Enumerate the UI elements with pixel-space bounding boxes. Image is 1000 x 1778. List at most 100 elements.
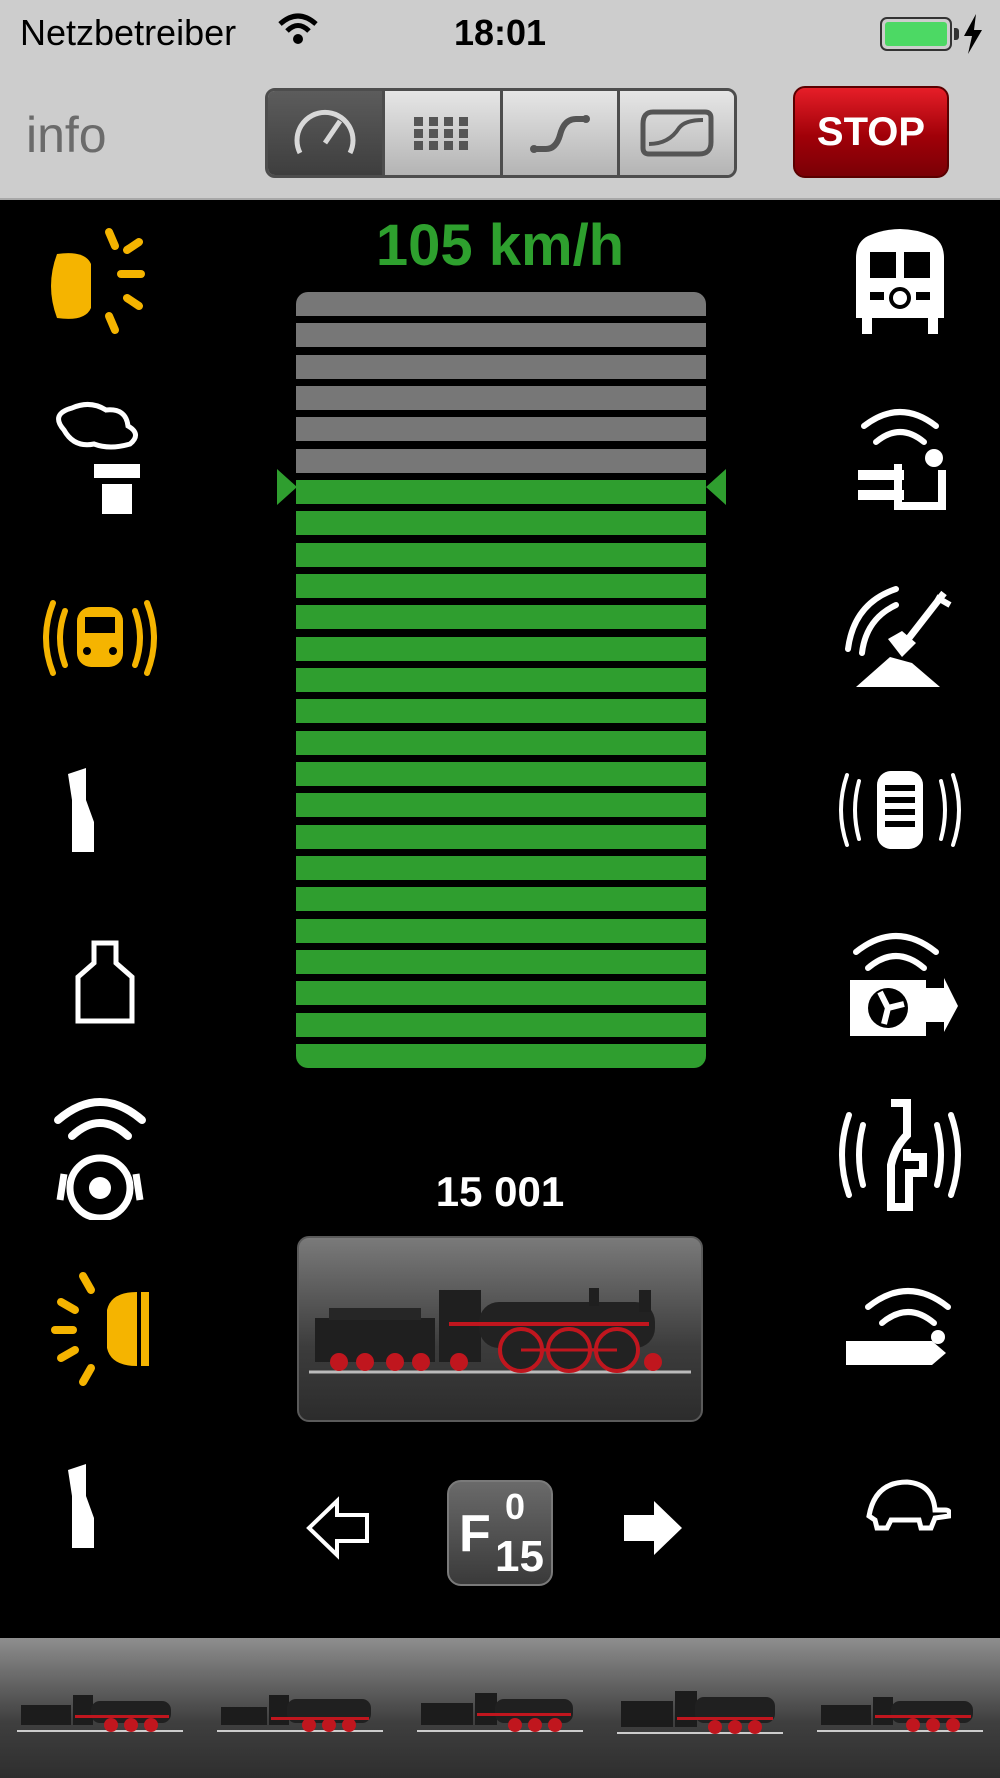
layout-board-icon xyxy=(640,109,714,157)
loco-sound-icon xyxy=(43,600,157,676)
locomotive-thumbnail[interactable] xyxy=(15,1673,185,1743)
tab-layout-board[interactable] xyxy=(619,91,734,175)
speed-readout: 105 km/h xyxy=(375,213,625,278)
locomotive-thumbnail-image xyxy=(217,1695,383,1732)
function-range-start: 0 xyxy=(505,1486,526,1527)
whistle-icon xyxy=(839,1099,961,1211)
direction-forward-button[interactable] xyxy=(620,1495,686,1566)
tab-speed-gauge[interactable] xyxy=(268,91,386,175)
function-air-pump-button[interactable] xyxy=(830,912,970,1052)
locomotive-thumbnail-image xyxy=(17,1695,183,1732)
locomotive-thumbnail-image xyxy=(817,1697,983,1732)
track-end-icon xyxy=(68,1464,94,1548)
locomotive-thumbnail-image xyxy=(417,1693,583,1732)
function-f7-button[interactable] xyxy=(10,1436,150,1576)
speed-step-active xyxy=(296,605,706,630)
speed-step-active xyxy=(296,761,706,786)
keyboard-grid-icon xyxy=(414,117,469,150)
locomotive-image-button[interactable] xyxy=(297,1236,703,1422)
locomotive-thumbnail[interactable] xyxy=(215,1673,385,1743)
function-coal-shovel-button[interactable] xyxy=(830,568,970,708)
speed-step-active xyxy=(296,542,706,567)
function-buffer-button[interactable] xyxy=(830,1258,970,1398)
buffer-sound-icon xyxy=(846,1288,951,1365)
arrow-left-outline-icon xyxy=(306,1496,369,1560)
function-brake-sound-button[interactable] xyxy=(830,740,970,880)
speed-step-active xyxy=(296,887,706,912)
battery-icon xyxy=(880,17,952,51)
function-weight-button[interactable] xyxy=(35,912,175,1052)
battery-nub xyxy=(954,28,959,40)
locomotive-selector-strip xyxy=(0,1638,1000,1778)
charging-icon xyxy=(962,14,984,59)
speed-slider[interactable] xyxy=(296,292,706,1068)
locomotive-thumbnail[interactable] xyxy=(815,1673,985,1743)
smoke-generator-icon xyxy=(56,402,140,514)
light-sun-icon xyxy=(51,228,145,334)
track-end-icon xyxy=(68,768,94,852)
locomotive-thumbnail[interactable] xyxy=(615,1673,785,1743)
locomotive-thumbnail-image xyxy=(617,1691,783,1734)
speed-marker-right xyxy=(706,469,726,505)
tab-track-layout[interactable] xyxy=(502,91,620,175)
cab-light-icon xyxy=(51,1272,149,1386)
function-page-button[interactable]: F 0 15 xyxy=(447,1480,553,1586)
speed-step-inactive xyxy=(296,354,706,379)
function-sound-button[interactable] xyxy=(30,568,170,708)
stop-button[interactable]: STOP xyxy=(793,86,949,178)
bell-sound-icon xyxy=(54,1098,146,1220)
function-bell-button[interactable] xyxy=(30,1085,170,1225)
brake-pad-icon xyxy=(839,771,961,849)
speed-marker-left xyxy=(277,469,297,505)
speed-step-active xyxy=(296,1043,706,1068)
function-shunting-button[interactable] xyxy=(836,1436,976,1576)
speed-step-active xyxy=(296,636,706,661)
locomotive-thumbnail[interactable] xyxy=(415,1673,585,1743)
function-whistle-button[interactable] xyxy=(830,1085,970,1225)
speed-step-inactive xyxy=(296,448,706,473)
speed-step-active xyxy=(296,1012,706,1037)
function-smoke-button[interactable] xyxy=(30,390,170,530)
speed-step-inactive xyxy=(296,417,706,442)
speed-step-inactive xyxy=(296,385,706,410)
train-front-icon xyxy=(856,229,944,334)
track-layout-icon xyxy=(529,115,590,153)
speed-step-inactive xyxy=(296,292,706,316)
coal-shovel-icon xyxy=(845,586,952,687)
function-headlight-button[interactable] xyxy=(30,212,170,352)
speed-step-active xyxy=(296,667,706,692)
toolbar: info STOP xyxy=(0,70,1000,200)
info-button[interactable]: info xyxy=(26,106,107,164)
status-time: 18:01 xyxy=(453,12,547,53)
speed-step-active xyxy=(296,855,706,880)
air-pump-icon xyxy=(850,933,958,1036)
speed-gauge-icon xyxy=(294,109,356,155)
function-cab-view-button[interactable] xyxy=(830,212,970,352)
speed-step-active xyxy=(296,573,706,598)
function-steam-sound-button[interactable] xyxy=(830,390,970,530)
weight-icon xyxy=(75,940,135,1024)
speed-step-active xyxy=(296,949,706,974)
tab-keyboard[interactable] xyxy=(385,91,503,175)
status-bar: Netzbetreiber 18:01 xyxy=(0,0,1000,70)
speed-step-inactive xyxy=(296,323,706,348)
steam-locomotive-image xyxy=(309,1288,691,1374)
arrow-right-filled-icon xyxy=(624,1501,682,1555)
locomotive-name: 15 001 xyxy=(435,1168,565,1215)
direction-reverse-button[interactable] xyxy=(305,1495,371,1566)
turtle-icon xyxy=(866,1479,951,1531)
steam-release-icon xyxy=(858,409,946,510)
speed-step-active xyxy=(296,824,706,849)
function-cab-light-button[interactable] xyxy=(30,1258,170,1398)
speed-step-active xyxy=(296,511,706,536)
function-f3-button[interactable] xyxy=(10,740,150,880)
speed-step-active xyxy=(296,479,706,504)
speed-step-active xyxy=(296,730,706,755)
view-switcher xyxy=(265,88,737,178)
function-key-letter: F xyxy=(459,1505,491,1563)
speed-step-active xyxy=(296,793,706,818)
function-range-end: 15 xyxy=(495,1532,544,1581)
speed-step-active xyxy=(296,918,706,943)
speed-step-active xyxy=(296,981,706,1006)
speed-step-active xyxy=(296,699,706,724)
